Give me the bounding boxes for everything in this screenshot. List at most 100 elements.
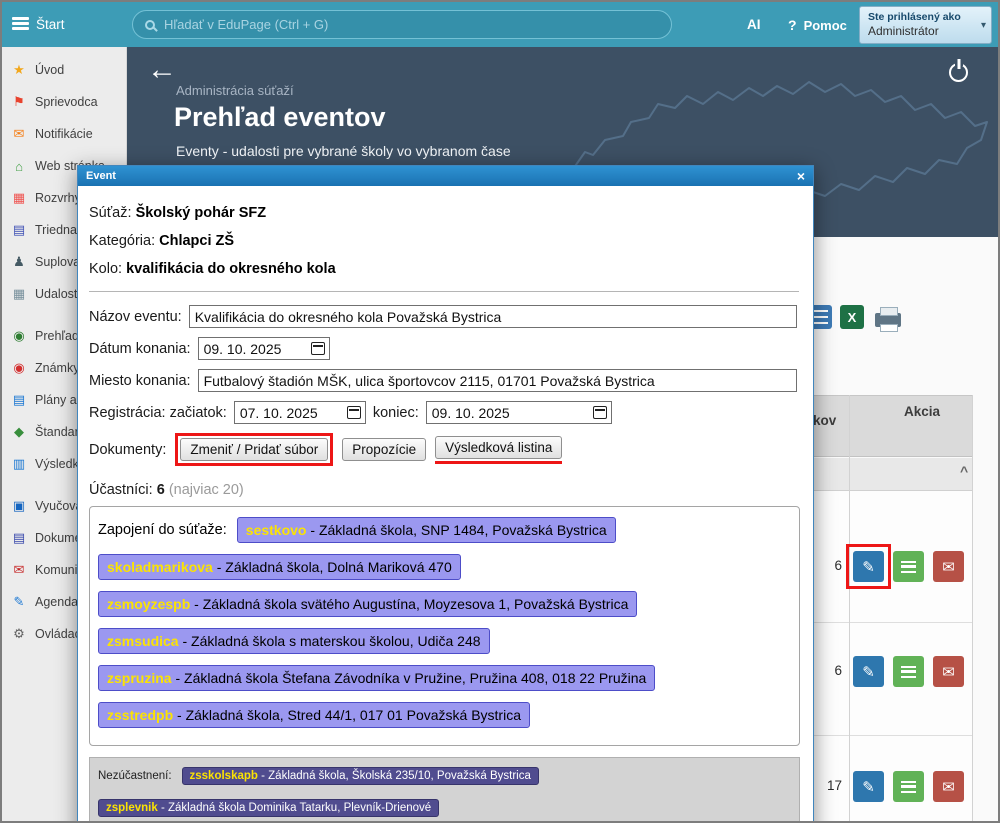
list-icon: [901, 666, 916, 678]
participant-username: zsplevnik: [106, 802, 158, 814]
divider: [89, 291, 799, 292]
ai-button[interactable]: AI: [747, 17, 761, 32]
results-list-button[interactable]: [893, 771, 924, 802]
results-list-button[interactable]: [893, 656, 924, 687]
registration-row: Registrácia: začiatok: koniec:: [89, 401, 800, 424]
sidebar-item-label: Notifikácie: [35, 127, 93, 141]
search-input[interactable]: [164, 17, 659, 32]
participant-tag[interactable]: zsstredpb - Základná škola, Stred 44/1, …: [98, 702, 530, 728]
calendar-icon[interactable]: [311, 342, 325, 355]
substitution-icon: ♟: [11, 254, 27, 270]
event-place-input[interactable]: [198, 369, 797, 392]
participant-school: Základná škola s materskou školou, Udiča…: [191, 633, 480, 649]
question-mark-icon: ?: [788, 17, 797, 33]
event-place-row: Miesto konania:: [89, 369, 800, 392]
email-button[interactable]: ✉: [933, 551, 964, 582]
sidebar-item-notifikacie[interactable]: ✉ Notifikácie: [2, 118, 126, 150]
competition-label: Súťaž:: [89, 205, 132, 221]
edupage-window: Štart AI ? Pomoc Ste prihlásený ako Admi…: [0, 0, 1000, 823]
round-value: kvalifikácia do okresného kola: [126, 261, 336, 277]
timetable-icon: ▦: [11, 190, 27, 206]
start-menu-label[interactable]: Štart: [36, 17, 65, 32]
participant-count: 6: [810, 663, 842, 678]
sidebar-item-uvod[interactable]: ★Úvod: [2, 54, 126, 86]
separator: -: [173, 707, 185, 723]
edit-event-button[interactable]: ✎: [853, 656, 884, 687]
back-arrow-icon[interactable]: ←: [147, 53, 177, 87]
grades-icon: ◉: [11, 360, 27, 376]
registration-end-input[interactable]: [426, 401, 612, 424]
guide-flag-icon: ⚑: [11, 94, 27, 110]
edit-event-button[interactable]: ✎: [853, 551, 884, 582]
category-value: Chlapci ZŠ: [159, 233, 234, 249]
sidebar-item-sprievodca[interactable]: ⚑Sprievodca: [2, 86, 126, 118]
print-icon[interactable]: [875, 313, 901, 327]
control-panel-gear-icon: ⚙: [11, 626, 27, 642]
event-place-label: Miesto konania:: [89, 373, 191, 389]
hamburger-menu-icon[interactable]: [12, 17, 29, 30]
separator: -: [306, 522, 318, 538]
envelope-icon: ✉: [942, 663, 955, 681]
sidebar-item-label: Agenda: [35, 595, 78, 609]
event-date-row: Dátum konania:: [89, 337, 800, 360]
excel-export-icon[interactable]: X: [840, 305, 864, 329]
participant-school: Základná škola, SNP 1484, Považská Bystr…: [319, 522, 607, 538]
list-icon: [901, 781, 916, 793]
participant-username: zsmsudica: [107, 633, 179, 649]
separator: -: [158, 802, 168, 814]
change-add-file-button[interactable]: Zmeniť / Pridať súbor: [180, 438, 328, 461]
calendar-icon[interactable]: [593, 406, 607, 419]
edit-pencil-icon: ✎: [862, 663, 875, 681]
propositions-button[interactable]: Propozície: [342, 438, 426, 461]
participant-school: Základná škola Štefana Závodníka v Pruži…: [184, 670, 646, 686]
edit-pencil-icon: ✎: [862, 558, 875, 576]
logged-in-user-dropdown[interactable]: Ste prihlásený ako Administrátor ▾: [859, 6, 992, 44]
documents-label: Dokumenty:: [89, 442, 166, 458]
user-role-text: Administrátor: [868, 24, 973, 38]
calendar-icon: ▦: [11, 286, 27, 302]
participant-username: skoladmarikova: [107, 559, 213, 575]
email-button[interactable]: ✉: [933, 656, 964, 687]
round-row: Kolo: kvalifikácia do okresného kola: [89, 261, 800, 277]
not-joined-tag[interactable]: zsplevnik - Základná škola Dominika Tata…: [98, 799, 439, 817]
page-subtitle: Eventy - udalosti pre vybrané školy vo v…: [176, 143, 511, 159]
event-date-input[interactable]: [198, 337, 330, 360]
participant-tag[interactable]: zsmsudica - Základná škola s materskou š…: [98, 628, 490, 654]
sidebar-item-label: Rozvrhy: [35, 191, 81, 205]
search-bar[interactable]: [132, 10, 672, 39]
category-row: Kategória: Chlapci ZŠ: [89, 233, 800, 249]
results-sheet-button[interactable]: Výsledková listina: [435, 436, 562, 459]
not-joined-tag[interactable]: zsskolskapb - Základná škola, Školská 23…: [182, 767, 539, 785]
collapse-chevron-icon[interactable]: ^: [960, 463, 968, 479]
modal-title: Event: [86, 170, 116, 182]
participant-username: zspruzina: [107, 670, 172, 686]
results-list-button[interactable]: [893, 551, 924, 582]
sidebar-item-label: Úvod: [35, 63, 64, 77]
calendar-icon[interactable]: [347, 406, 361, 419]
help-button[interactable]: ? Pomoc: [788, 17, 847, 33]
edit-event-button[interactable]: ✎: [853, 771, 884, 802]
participant-tag[interactable]: skoladmarikova - Základná škola, Dolná M…: [98, 554, 461, 580]
logout-power-icon[interactable]: [949, 63, 968, 82]
plans-icon: ▤: [11, 392, 27, 408]
communication-icon: ✉: [11, 562, 27, 578]
participant-username: zsskolskapb: [190, 770, 258, 782]
competition-row: Súťaž: Školský pohár SFZ: [89, 205, 800, 221]
participant-tag[interactable]: zsmoyzespb - Základná škola svätého Augu…: [98, 591, 637, 617]
event-name-input[interactable]: [189, 305, 797, 328]
mail-icon: ✉: [11, 126, 27, 142]
participant-tag[interactable]: zspruzina - Základná škola Štefana Závod…: [98, 665, 655, 691]
search-icon: [145, 20, 155, 30]
participants-max: (najviac 20): [169, 482, 244, 498]
not-joined-box: Nezúčastnení: zsskolskapb - Základná ško…: [89, 757, 800, 823]
participant-school: Základná škola, Školská 235/10, Považská…: [268, 770, 531, 782]
sidebar-item-label: Prehľad: [35, 329, 79, 343]
overview-icon: ◉: [11, 328, 27, 344]
participants-label: Účastníci:: [89, 482, 153, 498]
email-button[interactable]: ✉: [933, 771, 964, 802]
results-chart-icon: ▥: [11, 456, 27, 472]
user-status-text: Ste prihlásený ako: [868, 11, 973, 23]
participant-tag[interactable]: sestkovo - Základná škola, SNP 1484, Pov…: [237, 517, 616, 543]
breadcrumb: Administrácia súťaží: [176, 83, 294, 98]
close-icon[interactable]: ×: [797, 169, 805, 183]
